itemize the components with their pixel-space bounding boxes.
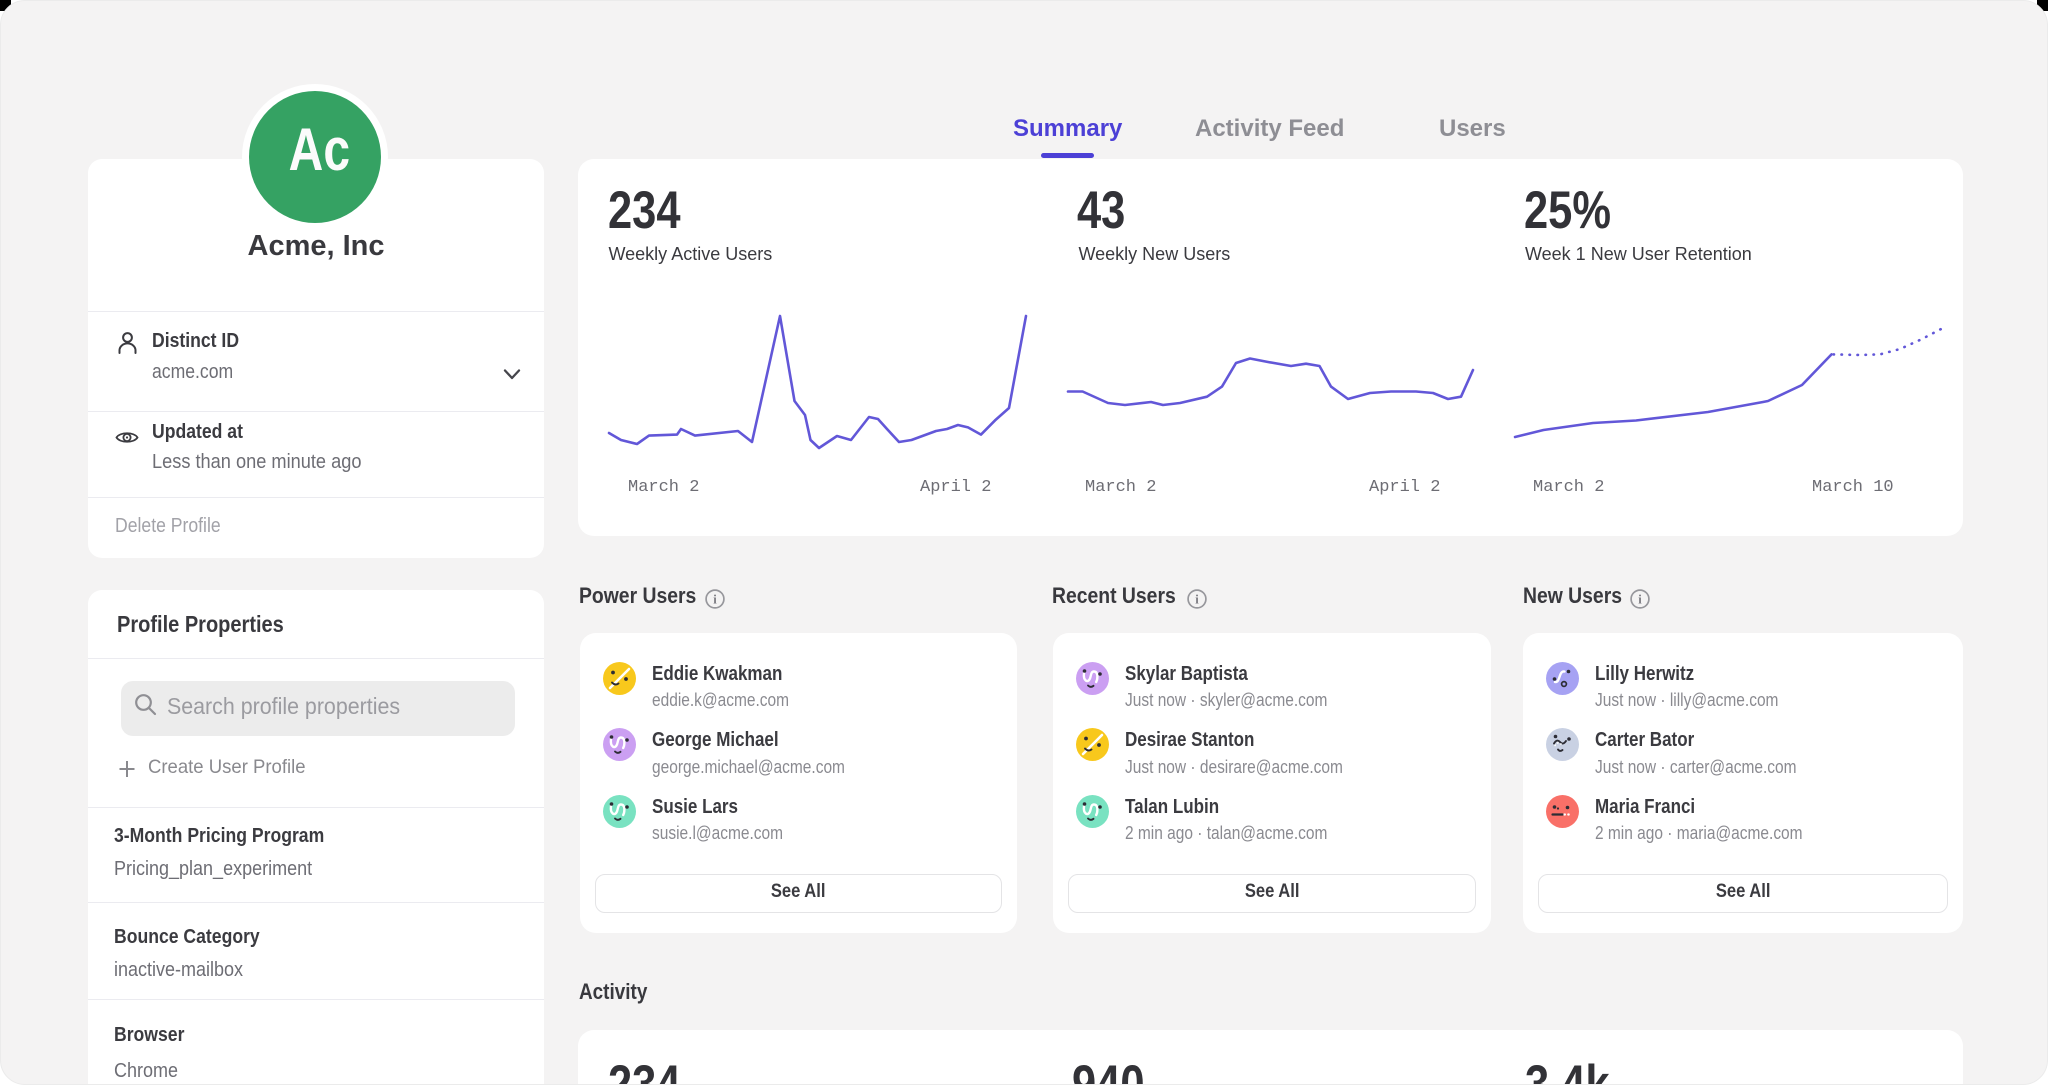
svg-text:i: i: [1195, 593, 1199, 607]
svg-text:i: i: [1638, 593, 1642, 607]
svg-text:i: i: [713, 593, 717, 607]
